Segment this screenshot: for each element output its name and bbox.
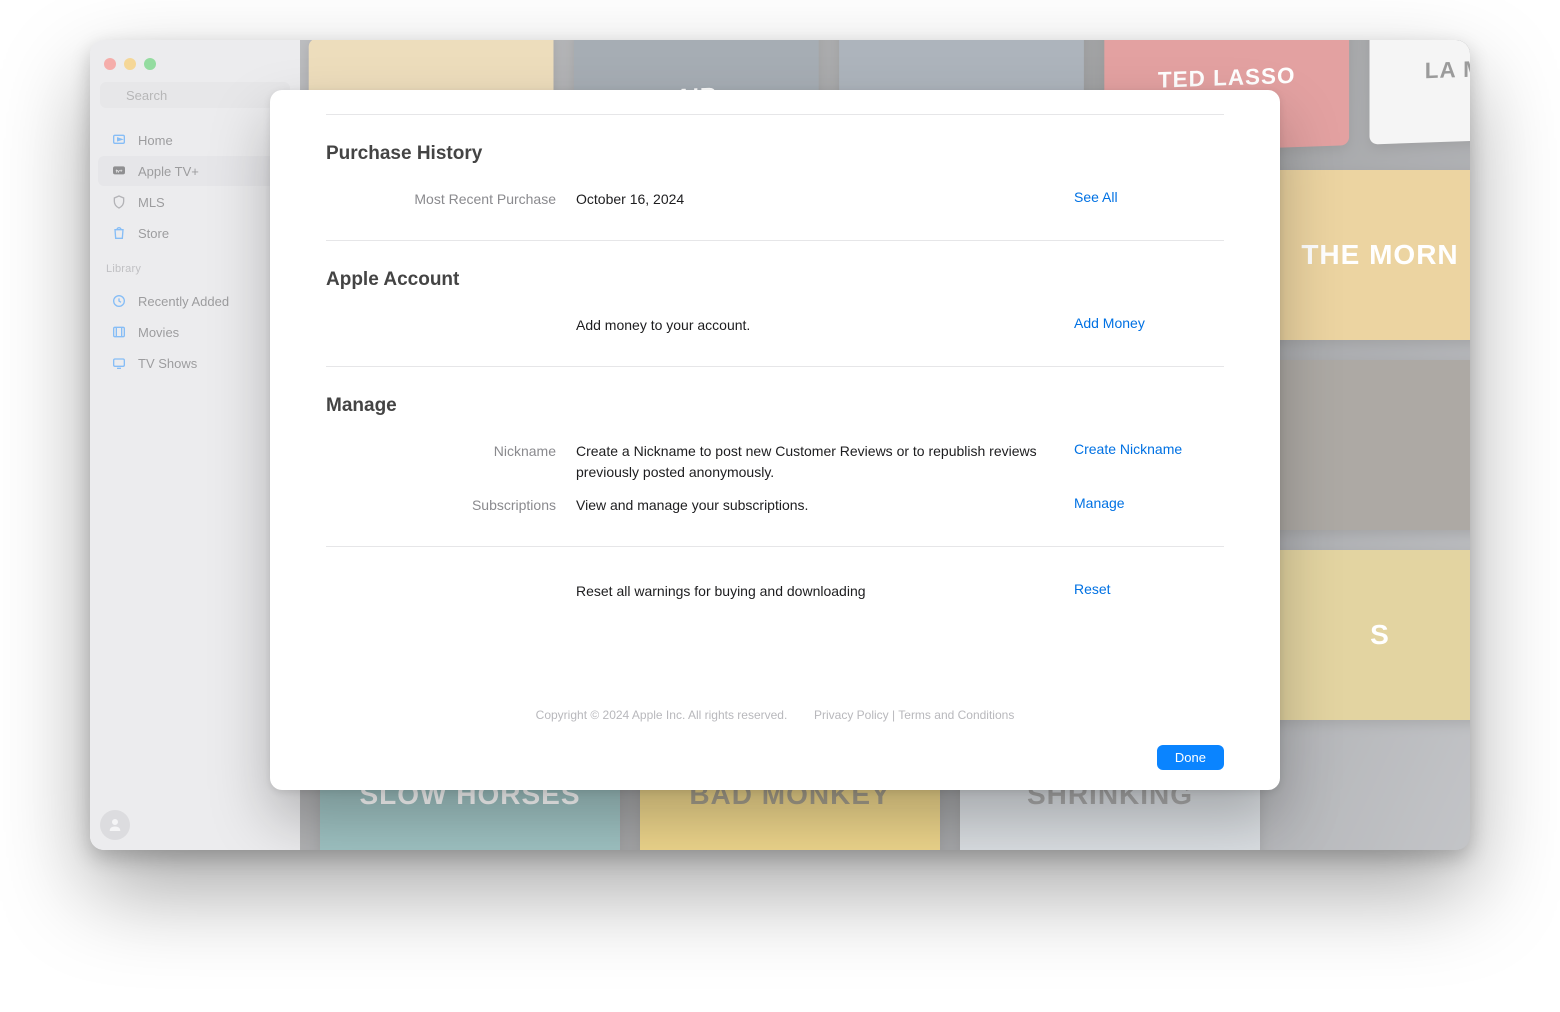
manage-subscriptions-link[interactable]: Manage [1074, 495, 1125, 511]
sidebar: Home tv+ Apple TV+ MLS Store Library [90, 40, 300, 850]
row-label: Most Recent Purchase [326, 189, 556, 210]
row-label: Subscriptions [326, 495, 556, 516]
row-most-recent-purchase: Most Recent Purchase October 16, 2024 Se… [326, 183, 1224, 216]
row-value: October 16, 2024 [576, 189, 1054, 210]
see-all-link[interactable]: See All [1074, 189, 1118, 205]
section-title: Apple Account [326, 269, 1224, 291]
section-title: Purchase History [326, 143, 1224, 165]
section-reset: Reset all warnings for buying and downlo… [326, 547, 1224, 632]
modal-footer: Done [326, 737, 1224, 770]
create-nickname-link[interactable]: Create Nickname [1074, 441, 1182, 457]
row-add-money: Add money to your account. Add Money [326, 309, 1224, 342]
reset-link[interactable]: Reset [1074, 581, 1111, 597]
sidebar-dim-overlay [90, 40, 300, 850]
account-settings-modal: Purchase History Most Recent Purchase Oc… [270, 90, 1280, 790]
add-money-link[interactable]: Add Money [1074, 315, 1145, 331]
row-subscriptions: Subscriptions View and manage your subsc… [326, 489, 1224, 522]
row-reset-warnings: Reset all warnings for buying and downlo… [326, 575, 1224, 608]
row-label: Nickname [326, 441, 556, 462]
section-manage: Manage Nickname Create a Nickname to pos… [326, 367, 1224, 546]
section-title: Manage [326, 395, 1224, 417]
row-nickname: Nickname Create a Nickname to post new C… [326, 435, 1224, 489]
row-value: View and manage your subscriptions. [576, 495, 1054, 516]
row-value: Create a Nickname to post new Customer R… [576, 441, 1054, 483]
section-purchase-history: Purchase History Most Recent Purchase Oc… [326, 115, 1224, 240]
app-window: Home tv+ Apple TV+ MLS Store Library [90, 40, 1470, 850]
done-button[interactable]: Done [1157, 745, 1224, 770]
section-apple-account: Apple Account Add money to your account.… [326, 241, 1224, 366]
row-value: Add money to your account. [576, 315, 1054, 336]
row-value: Reset all warnings for buying and downlo… [576, 581, 1054, 602]
